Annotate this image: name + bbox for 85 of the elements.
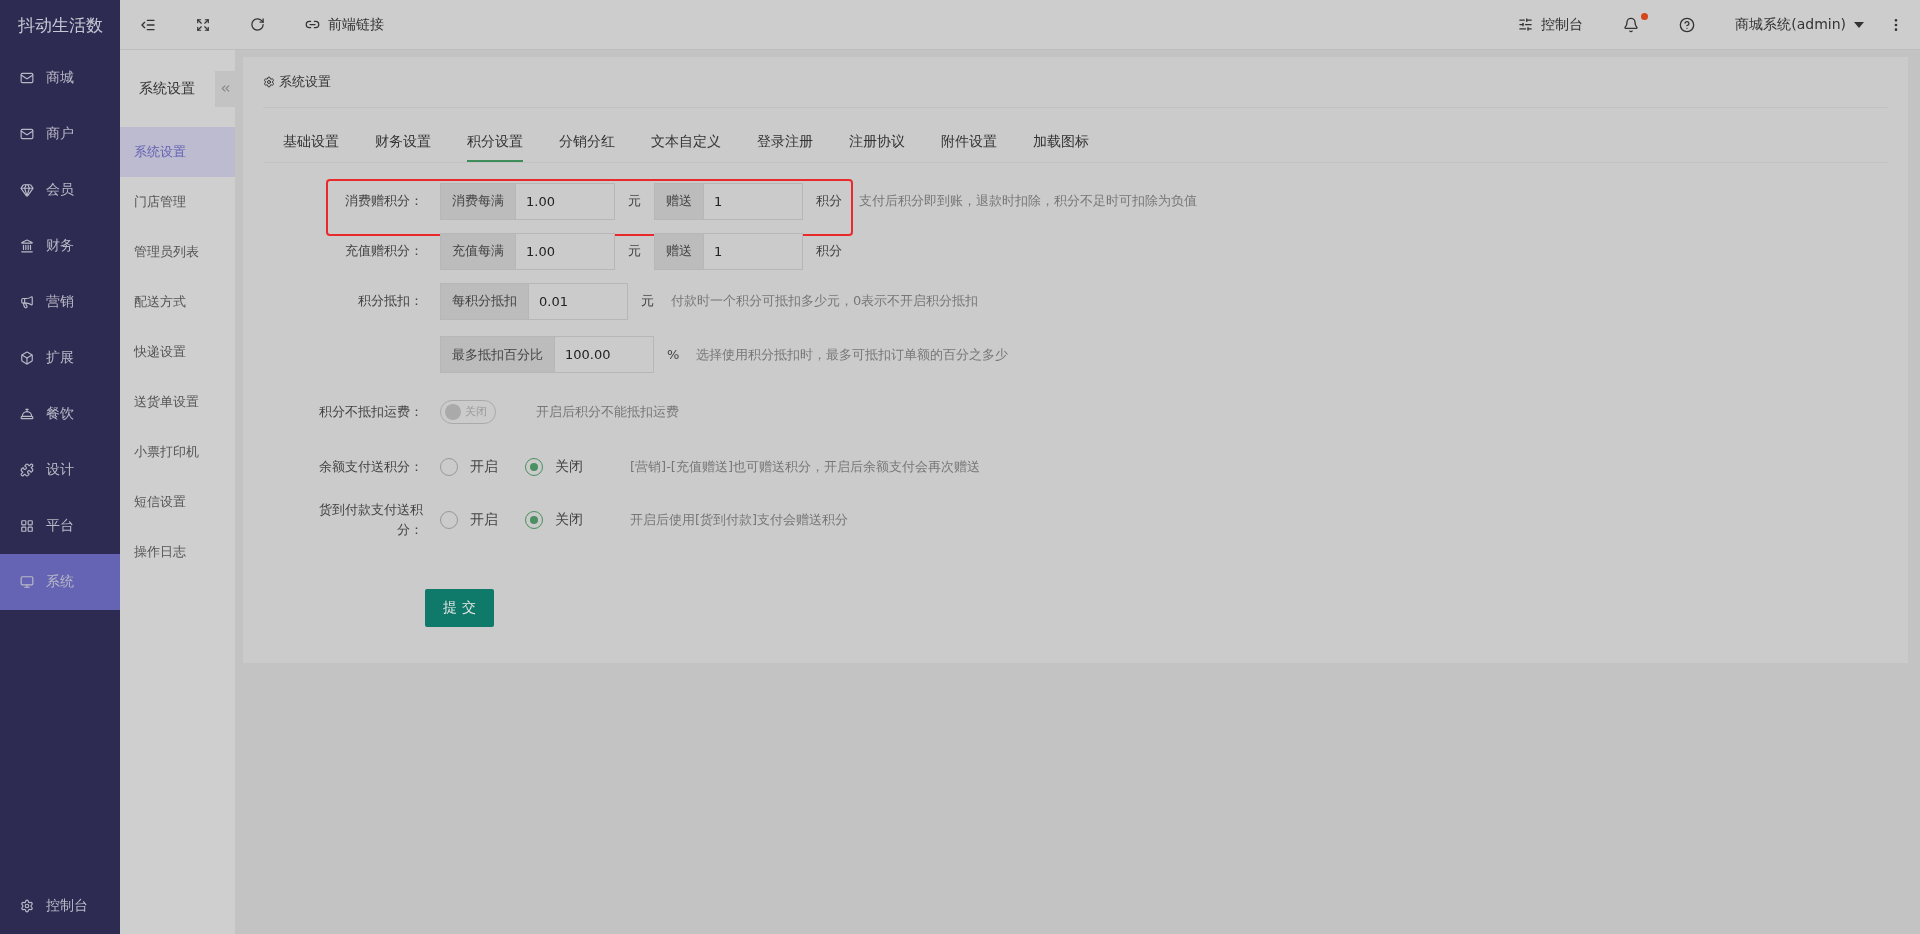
megaphone-icon [20, 295, 34, 309]
subnav-item[interactable]: 管理员列表 [120, 227, 235, 277]
service-bell-icon [20, 407, 34, 421]
monitor-icon [20, 575, 34, 589]
field-label: 消费赠积分： [344, 192, 424, 210]
input-prefix: 每积分抵扣 [440, 282, 528, 320]
hint-text: [营销]-[充值赠送]也可赠送积分，开启后余额支付会再次赠送 [630, 457, 980, 476]
unit-label: 积分 [816, 192, 842, 210]
tab[interactable]: 基础设置 [283, 125, 339, 162]
subnav-item[interactable]: 小票打印机 [120, 427, 235, 477]
app-logo: 抖动生活数 [16, 13, 104, 37]
cube-icon [20, 351, 34, 365]
radio-option[interactable]: 关闭 [525, 457, 610, 476]
tab[interactable]: 积分设置 [467, 125, 523, 162]
sidebar-item[interactable]: 扩展 [0, 330, 120, 386]
unit-label: % [667, 347, 680, 362]
refresh-icon [250, 17, 265, 32]
subnav-item[interactable]: 门店管理 [120, 177, 235, 227]
input-field[interactable]: 0.01 [528, 282, 628, 320]
sliders-icon [1518, 17, 1534, 32]
input-prefix: 消费每满 [440, 182, 515, 220]
gear-icon [263, 76, 275, 88]
settings-icon [20, 899, 34, 913]
unit-label: 积分 [816, 242, 842, 260]
field-label: 充值赠积分： [344, 242, 424, 260]
sidebar-item[interactable]: 平台 [0, 498, 120, 554]
tab[interactable]: 文本自定义 [651, 125, 721, 162]
frontend-link[interactable]: 前端链接 [285, 0, 404, 50]
tab[interactable]: 财务设置 [375, 125, 431, 162]
console-link[interactable]: 控制台 [1498, 0, 1604, 50]
unit-label: 元 [628, 192, 641, 210]
hint-text: 支付后积分即到账，退款时扣除，积分不足时可扣除为负值 [859, 192, 1197, 210]
input-field[interactable]: 1.00 [515, 182, 615, 220]
grid-icon [20, 519, 34, 533]
hint-text: 选择使用积分抵扣时，最多可抵扣订单额的百分之多少 [696, 345, 1009, 364]
input-prefix: 最多抵扣百分比 [440, 336, 554, 373]
sidebar-item[interactable]: 财务 [0, 218, 120, 274]
input-field[interactable]: 1 [703, 182, 803, 220]
envelope-icon [20, 71, 34, 85]
hint-text: 开启后使用[货到付款]支付会赠送积分 [630, 510, 849, 529]
input-field[interactable]: 1 [703, 232, 803, 270]
tab[interactable]: 附件设置 [941, 125, 997, 162]
submit-button[interactable]: 提 交 [425, 589, 494, 627]
input-field[interactable]: 100.00 [554, 336, 654, 373]
unit-label: 元 [628, 242, 641, 260]
puzzle-icon [20, 463, 34, 477]
gem-icon [20, 183, 34, 197]
field-label: 积分抵扣： [357, 292, 424, 310]
sidebar-item[interactable]: 商城 [0, 50, 120, 106]
envelope-icon [20, 127, 34, 141]
tab[interactable]: 分销分红 [559, 125, 615, 162]
radio-option[interactable]: 关闭 [525, 510, 610, 529]
subnav-item[interactable]: 快递设置 [120, 327, 235, 377]
input-prefix: 赠送 [654, 232, 703, 270]
field-label: 余额支付送积分： [318, 457, 424, 476]
subnav-title: 系统设置 [139, 79, 195, 98]
card-title: 系统设置 [279, 73, 331, 91]
collapse-button[interactable] [215, 70, 235, 107]
sidebar-footer-item[interactable]: 控制台 [0, 878, 120, 934]
subnav-item[interactable]: 短信设置 [120, 477, 235, 527]
subnav-item[interactable]: 送货单设置 [120, 377, 235, 427]
user-menu[interactable]: 商城系统(admin) [1715, 0, 1884, 50]
radio-option[interactable]: 开启 [440, 457, 525, 476]
input-field[interactable]: 1.00 [515, 232, 615, 270]
subnav-item[interactable]: 配送方式 [120, 277, 235, 327]
sidebar-item[interactable]: 会员 [0, 162, 120, 218]
tab[interactable]: 登录注册 [757, 125, 813, 162]
help-icon [1679, 16, 1696, 33]
subnav-item[interactable]: 操作日志 [120, 527, 235, 577]
expand-icon [196, 17, 210, 32]
input-prefix: 充值每满 [440, 232, 515, 270]
sidebar-item[interactable]: 商户 [0, 106, 120, 162]
caret-icon [1854, 21, 1864, 28]
bell-icon [1623, 16, 1640, 33]
field-label: 积分不抵扣运费： [318, 402, 424, 421]
unit-label: 元 [641, 292, 654, 310]
sidebar-item[interactable]: 餐饮 [0, 386, 120, 442]
sidebar-item[interactable]: 营销 [0, 274, 120, 330]
hint-text: 开启后积分不能抵扣运费 [536, 402, 679, 421]
sidebar-item[interactable]: 设计 [0, 442, 120, 498]
field-label: 货到付款支付送积分： [318, 500, 424, 539]
tab[interactable]: 加载图标 [1033, 125, 1089, 162]
input-prefix: 赠送 [654, 182, 703, 220]
radio-option[interactable]: 开启 [440, 510, 525, 529]
tab[interactable]: 注册协议 [849, 125, 905, 162]
